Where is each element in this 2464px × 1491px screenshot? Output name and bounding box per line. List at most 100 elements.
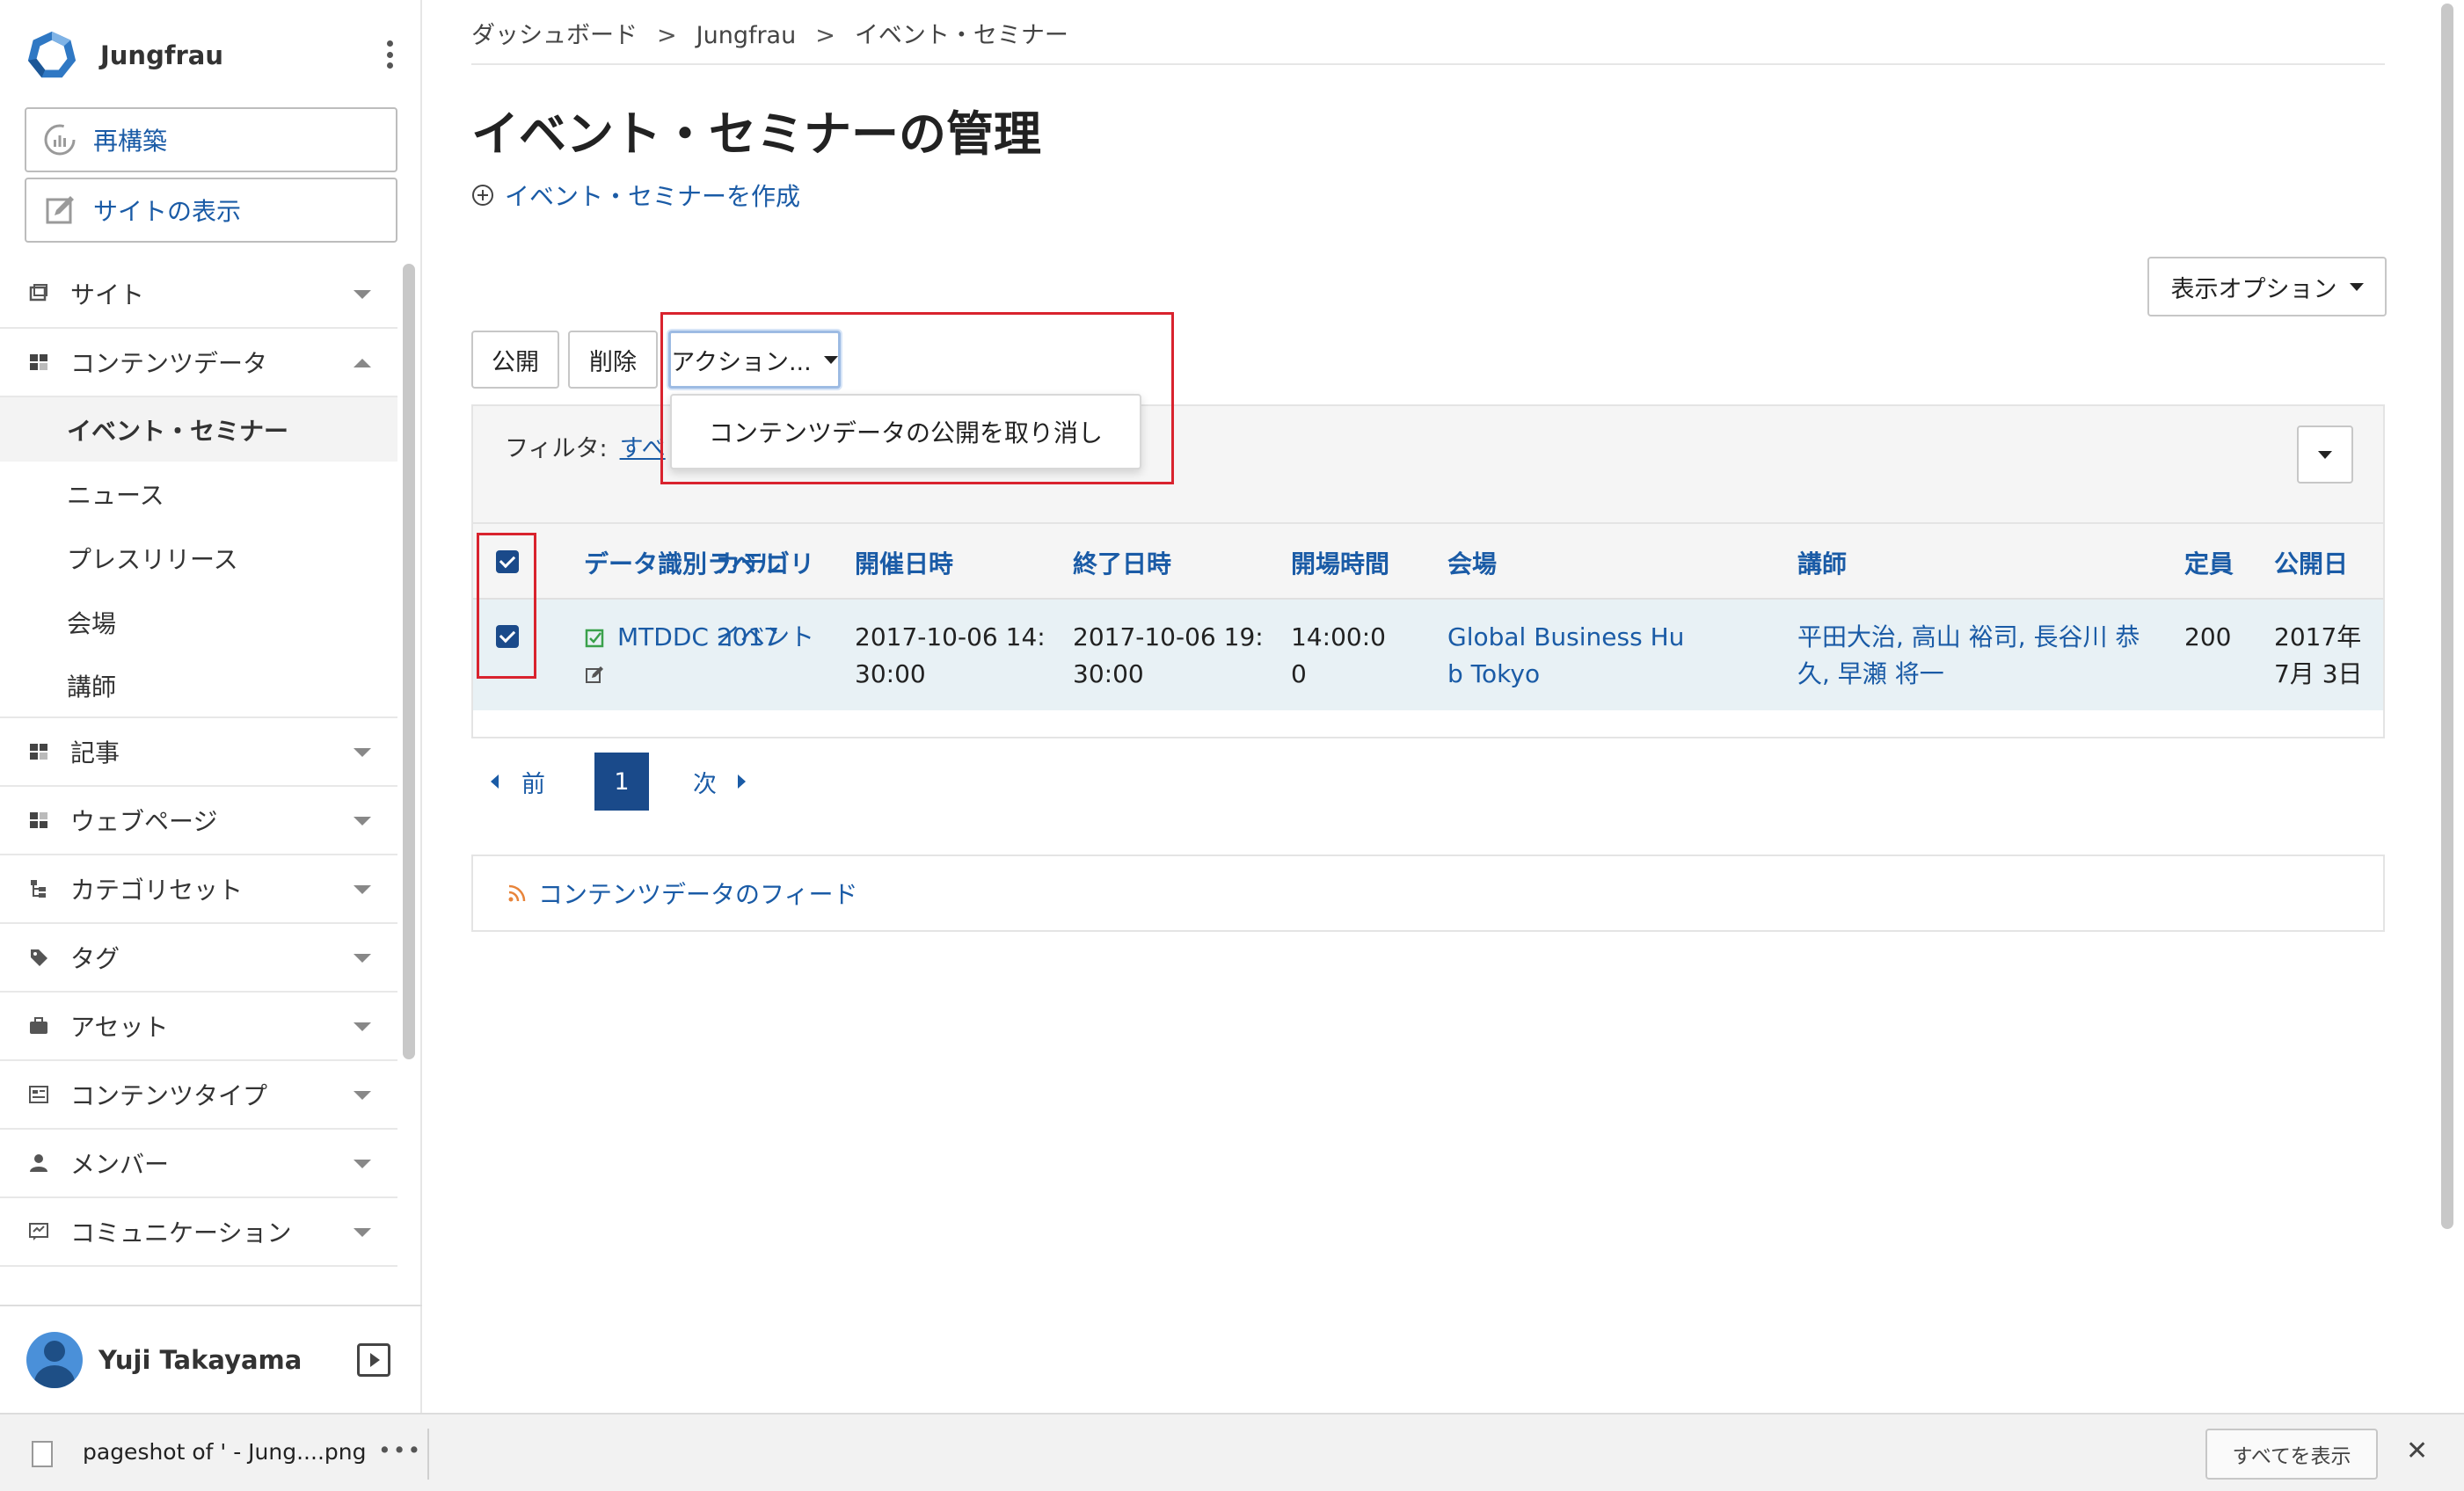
show-all-downloads-button[interactable]: すべてを表示: [2205, 1429, 2378, 1480]
row-start-line1: 2017-10-06 14:: [855, 622, 1046, 651]
divider: [427, 1429, 429, 1480]
chevron-down-icon: [354, 817, 371, 826]
row-open-line2: 0: [1291, 659, 1307, 688]
column-header-end[interactable]: 終了日時: [1073, 545, 1171, 580]
sidebar-subitem-news[interactable]: ニュース: [0, 462, 397, 526]
sidebar-item-entries[interactable]: 記事: [0, 718, 397, 787]
site-icon: [29, 284, 47, 302]
page-title: イベント・セミナーの管理: [471, 106, 1041, 162]
sidebar-subitem-venues[interactable]: 会場: [0, 590, 397, 654]
column-header-published[interactable]: 公開日: [2274, 545, 2348, 580]
filter-label: フィルタ: すべ: [505, 429, 666, 463]
sidebar-item-content-data[interactable]: コンテンツデータ: [0, 329, 397, 397]
sidebar-item-label: タグ: [70, 944, 120, 973]
category-set-icon: [31, 880, 46, 898]
sidebar-subitem-press-releases[interactable]: プレスリリース: [0, 526, 397, 590]
sidebar-item-category-sets[interactable]: カテゴリセット: [0, 855, 397, 924]
caret-left-icon: [491, 775, 499, 789]
sidebar-item-label: コンテンツデータ: [70, 349, 268, 378]
sidebar-item-tags[interactable]: タグ: [0, 924, 397, 993]
row-capacity: 200: [2184, 622, 2232, 651]
pagination-prev-label: 前: [521, 770, 545, 798]
page-scrollbar[interactable]: [2441, 4, 2453, 1229]
pagination-prev[interactable]: 前: [491, 765, 545, 799]
asset-icon: [30, 1017, 47, 1034]
row-published-date: 2017年 7月 3日: [2274, 619, 2363, 693]
chevron-down-icon: [354, 1160, 371, 1168]
pagination: 前 1 次: [471, 753, 746, 811]
column-header-category[interactable]: カテゴリ: [716, 545, 814, 580]
view-site-label: サイトの表示: [93, 197, 242, 226]
feed-link[interactable]: コンテンツデータのフィード: [538, 876, 857, 911]
column-header-venue[interactable]: 会場: [1447, 545, 1497, 580]
view-site-button[interactable]: サイトの表示: [25, 178, 397, 243]
sidebar-item-members[interactable]: メンバー: [0, 1130, 397, 1198]
column-header-lecturers[interactable]: 講師: [1797, 545, 1847, 580]
row-lecturers-line1: 平田大治, 高山 裕司, 長谷川 恭: [1797, 622, 2140, 651]
row-venue-link[interactable]: Global Business Hu b Tokyo: [1447, 619, 1684, 693]
download-file-name[interactable]: pageshot of ' - Jung....png: [83, 1439, 367, 1465]
sidebar-subitem-events[interactable]: イベント・セミナー: [0, 397, 397, 462]
more-vertical-icon[interactable]: [376, 37, 403, 72]
breadcrumb-separator: >: [815, 22, 835, 49]
sidebar: Jungfrau 再構築 サイトの表示 サイト コンテンツデータ イベント・セミ: [0, 0, 422, 1413]
rebuild-label: 再構築: [93, 127, 168, 156]
chevron-down-icon: [354, 1228, 371, 1237]
close-icon[interactable]: ✕: [2406, 1436, 2428, 1466]
publish-button[interactable]: 公開: [471, 331, 559, 389]
delete-button[interactable]: 削除: [568, 331, 658, 389]
table-header: データ識別ラベル カテゴリ 開催日時 終了日時 開場時間 会場 講師 定員 公開…: [473, 524, 2383, 600]
entries-icon: [30, 744, 47, 760]
row-lecturers-links[interactable]: 平田大治, 高山 裕司, 長谷川 恭久, 早瀬 将一: [1797, 619, 2140, 693]
row-published-line2: 7月 3日: [2274, 659, 2363, 688]
caret-down-icon: [2349, 282, 2364, 291]
row-venue-line1: Global Business Hu: [1447, 622, 1685, 651]
breadcrumb-dashboard[interactable]: ダッシュボード: [471, 22, 638, 49]
sidebar-subitem-lecturers[interactable]: 講師: [0, 654, 397, 718]
sidebar-item-site[interactable]: サイト: [0, 260, 397, 329]
column-header-start[interactable]: 開催日時: [855, 545, 953, 580]
sidebar-item-webpages[interactable]: ウェブページ: [0, 787, 397, 855]
chevron-down-icon: [354, 1022, 371, 1031]
row-category[interactable]: イベント: [716, 619, 814, 656]
breadcrumb-current: イベント・セミナー: [854, 22, 1068, 49]
edit-square-icon: [46, 196, 74, 224]
row-end-line1: 2017-10-06 19:: [1073, 622, 1264, 651]
avatar[interactable]: [26, 1331, 83, 1388]
rebuild-button[interactable]: 再構築: [25, 107, 397, 172]
site-name: Jungfrau: [100, 40, 223, 70]
create-event-link[interactable]: イベント・セミナーを作成: [471, 178, 800, 213]
filter-label-text: フィルタ:: [505, 435, 608, 462]
create-event-label: イベント・セミナーを作成: [505, 182, 801, 211]
sidebar-item-label: アセット: [70, 1013, 169, 1042]
download-bar: pageshot of ' - Jung....png ••• すべてを表示 ✕: [0, 1413, 2464, 1491]
pagination-current-page[interactable]: 1: [594, 753, 649, 811]
sidebar-nav: サイト コンテンツデータ イベント・セミナー ニュース プレスリリース 会場 講…: [0, 260, 397, 1298]
sidebar-item-label: コンテンツタイプ: [70, 1081, 268, 1110]
published-status-icon: [585, 629, 604, 648]
column-header-open-time[interactable]: 開場時間: [1291, 545, 1389, 580]
caret-down-icon: [2318, 450, 2332, 459]
sidebar-item-label: コミュニケーション: [70, 1218, 292, 1247]
sidebar-item-content-types[interactable]: コンテンツタイプ: [0, 1061, 397, 1130]
pagination-next[interactable]: 次: [693, 765, 746, 799]
column-header-capacity[interactable]: 定員: [2184, 545, 2234, 580]
chevron-down-icon: [354, 290, 371, 299]
collapse-sidebar-icon[interactable]: [357, 1343, 390, 1377]
breadcrumb-site[interactable]: Jungfrau: [696, 22, 797, 49]
sidebar-item-assets[interactable]: アセット: [0, 993, 397, 1061]
sidebar-scrollbar[interactable]: [403, 264, 415, 1059]
row-start-line2: 30:00: [855, 659, 926, 688]
edit-icon[interactable]: [584, 665, 605, 686]
sidebar-item-communication[interactable]: コミュニケーション: [0, 1198, 397, 1267]
display-options-label: 表示オプション: [2170, 275, 2337, 303]
more-horizontal-icon[interactable]: •••: [378, 1437, 422, 1463]
row-start-datetime: 2017-10-06 14: 30:00: [855, 619, 1046, 693]
feed-box: コンテンツデータのフィード: [471, 855, 2385, 932]
chevron-up-icon: [354, 359, 371, 367]
site-brand[interactable]: Jungfrau: [25, 25, 403, 86]
user-name[interactable]: Yuji Takayama: [98, 1345, 302, 1375]
display-options-button[interactable]: 表示オプション: [2147, 257, 2387, 316]
filter-toggle-button[interactable]: [2297, 425, 2353, 484]
filter-value-link[interactable]: すべ: [620, 435, 666, 462]
